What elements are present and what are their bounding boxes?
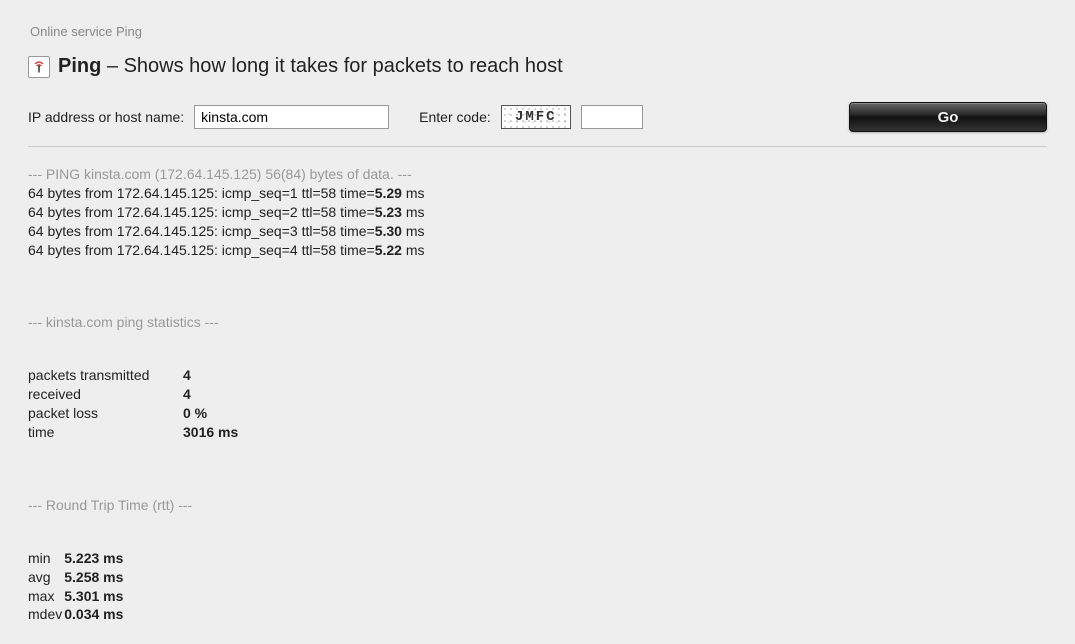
rtt-row: max5.301 ms (28, 587, 129, 606)
rtt-value: 5.223 ms (64, 549, 129, 568)
code-label: Enter code: (419, 109, 491, 125)
stats-table: packets transmitted4received4packet loss… (28, 366, 244, 442)
query-form: IP address or host name: Enter code: JMF… (28, 92, 1047, 147)
ping-line: 64 bytes from 172.64.145.125: icmp_seq=4… (28, 241, 1047, 260)
ping-line: 64 bytes from 172.64.145.125: icmp_seq=3… (28, 222, 1047, 241)
rtt-row: mdev0.034 ms (28, 605, 129, 624)
title-name: Ping (58, 55, 101, 77)
stats-label: packets transmitted (28, 366, 183, 385)
rtt-value: 5.258 ms (64, 568, 129, 587)
rtt-header: --- Round Trip Time (rtt) --- (28, 496, 1047, 515)
stats-label: received (28, 385, 183, 404)
rtt-label: avg (28, 568, 64, 587)
captcha-image: JMFC (501, 105, 571, 129)
page-title-row: Ping – Shows how long it takes for packe… (28, 55, 1047, 92)
breadcrumb: Online service Ping (28, 10, 1047, 55)
stats-label: packet loss (28, 404, 183, 423)
rtt-label: mdev (28, 605, 64, 624)
rtt-value: 5.301 ms (64, 587, 129, 606)
rtt-row: min5.223 ms (28, 549, 129, 568)
ping-line: 64 bytes from 172.64.145.125: icmp_seq=2… (28, 203, 1047, 222)
stats-header: --- kinsta.com ping statistics --- (28, 313, 1047, 332)
rtt-value: 0.034 ms (64, 605, 129, 624)
stats-value: 3016 ms (183, 423, 244, 442)
rtt-row: avg5.258 ms (28, 568, 129, 587)
stats-row: packet loss0 % (28, 404, 244, 423)
ping-header: --- PING kinsta.com (172.64.145.125) 56(… (28, 165, 1047, 184)
host-input[interactable] (194, 105, 389, 129)
go-button[interactable]: Go (849, 102, 1047, 132)
title-sep: – (101, 55, 123, 77)
output-block: --- PING kinsta.com (172.64.145.125) 56(… (28, 147, 1047, 624)
stats-value: 4 (183, 366, 244, 385)
stats-value: 4 (183, 385, 244, 404)
stats-row: time3016 ms (28, 423, 244, 442)
rtt-label: min (28, 549, 64, 568)
page-title: Ping – Shows how long it takes for packe… (58, 55, 563, 78)
ping-lines: 64 bytes from 172.64.145.125: icmp_seq=1… (28, 184, 1047, 260)
stats-label: time (28, 423, 183, 442)
page-root: Online service Ping Ping – Shows how lon… (0, 0, 1075, 644)
rtt-label: max (28, 587, 64, 606)
rtt-table: min5.223 msavg5.258 msmax5.301 msmdev0.0… (28, 549, 129, 625)
stats-row: received4 (28, 385, 244, 404)
stats-value: 0 % (183, 404, 244, 423)
code-input[interactable] (581, 105, 643, 129)
ping-line: 64 bytes from 172.64.145.125: icmp_seq=1… (28, 184, 1047, 203)
ping-icon (28, 56, 50, 78)
host-label: IP address or host name: (28, 109, 184, 125)
title-desc: Shows how long it takes for packets to r… (124, 55, 563, 77)
stats-row: packets transmitted4 (28, 366, 244, 385)
